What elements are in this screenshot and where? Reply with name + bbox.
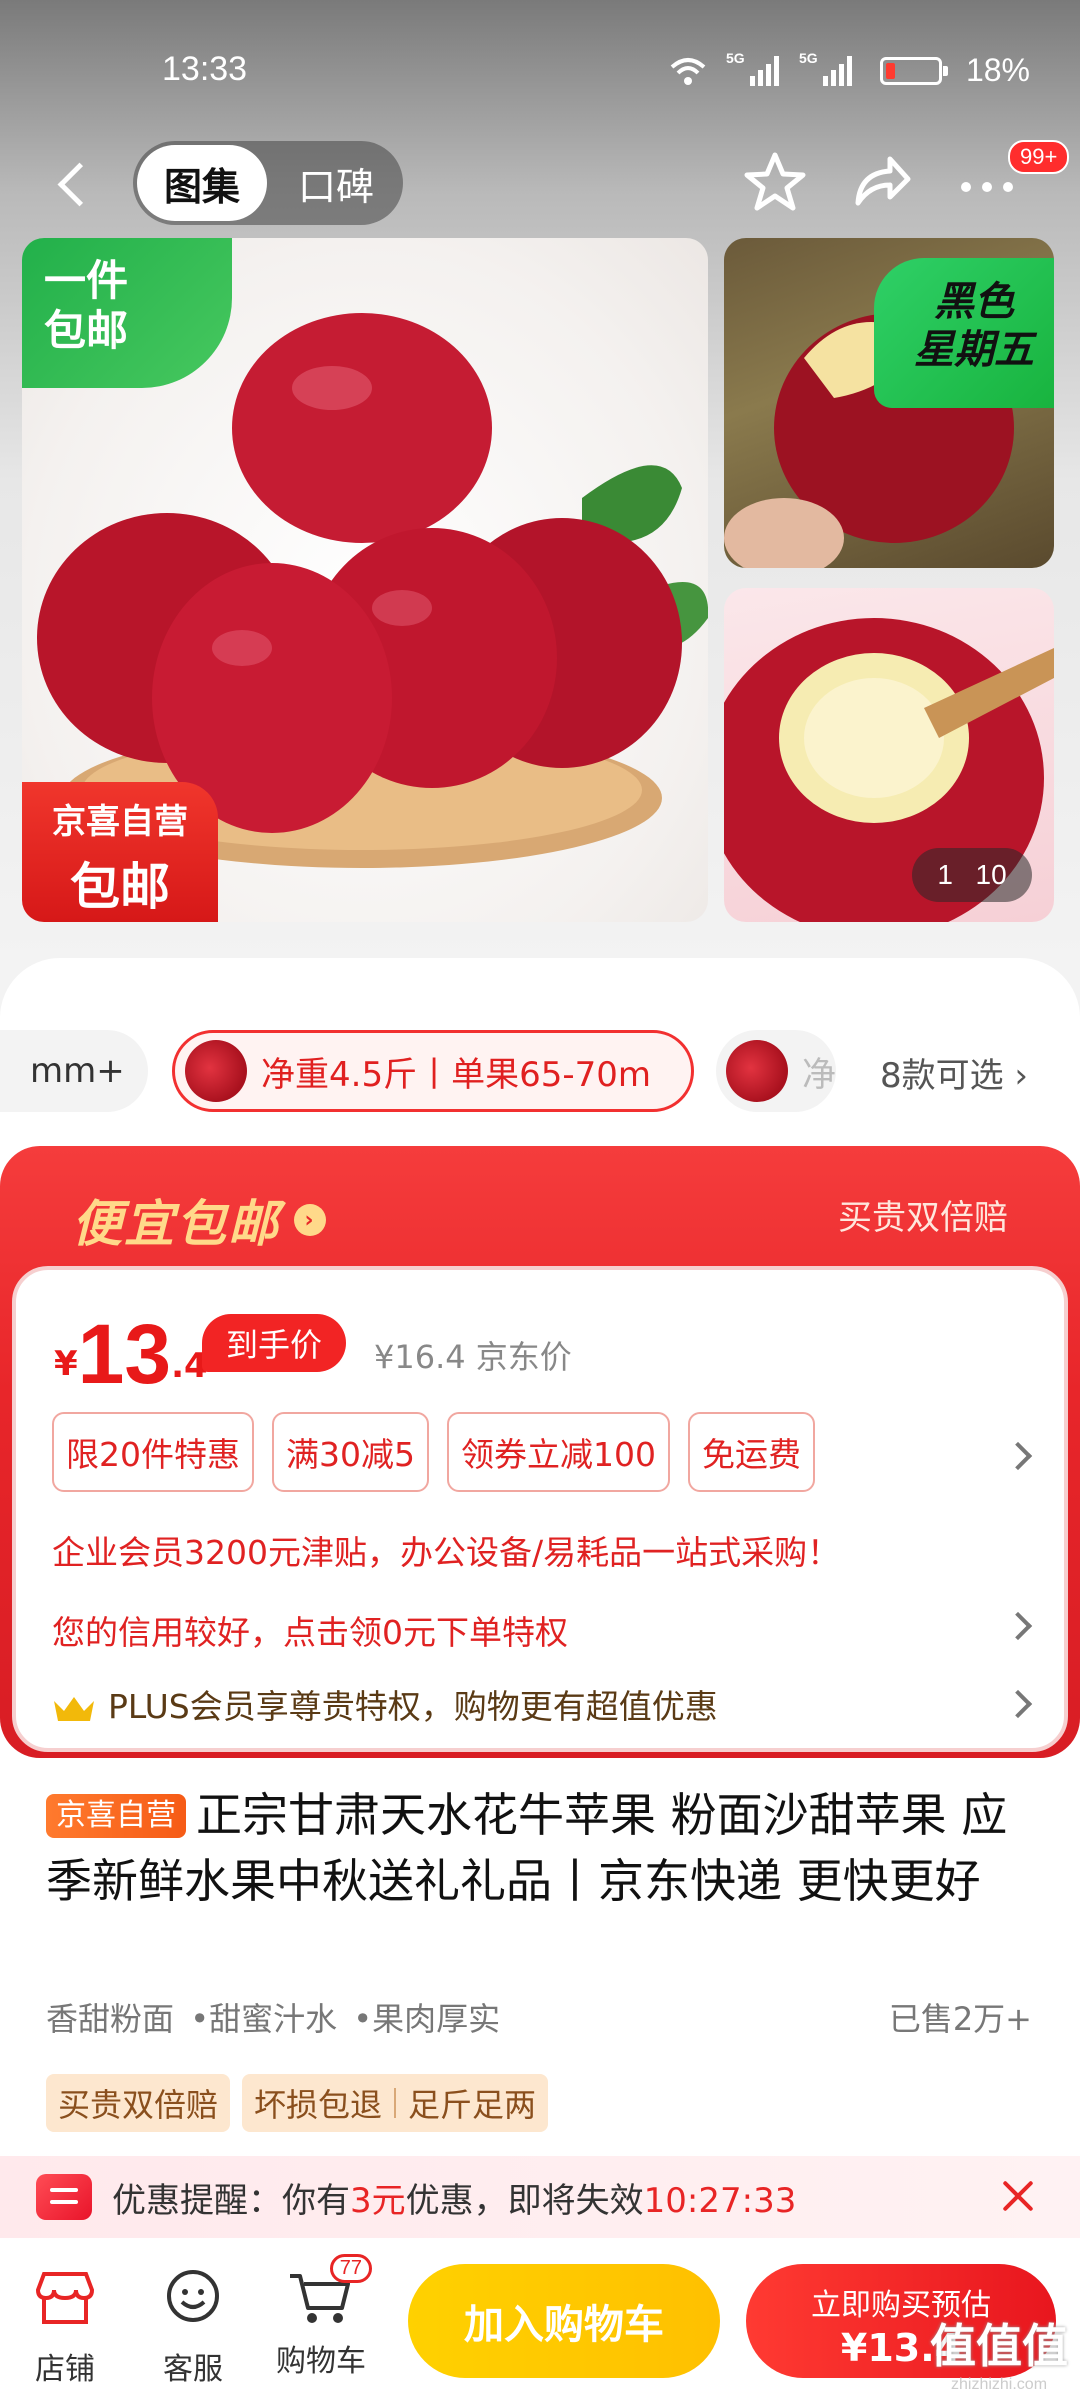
gallery-thumb-bitten-apple[interactable]: 黑色 星期五 xyxy=(724,238,1054,568)
back-button[interactable] xyxy=(50,155,106,211)
chevron-right-icon[interactable] xyxy=(1003,1441,1033,1471)
shop-button[interactable]: 店铺 xyxy=(10,2268,120,2388)
battery-percent: 18% xyxy=(965,52,1030,88)
final-price-tag: 到手价 xyxy=(202,1314,347,1372)
customer-service-icon xyxy=(167,2270,219,2322)
service-tag-group: 坏损包退 足斤足两 xyxy=(242,2074,549,2132)
free-shipping-one-tag: 一件 包邮 xyxy=(22,238,232,388)
shop-icon xyxy=(35,2272,95,2324)
coupon-chip[interactable]: 限20件特惠 xyxy=(52,1412,254,1492)
customer-service-button[interactable]: 客服 xyxy=(138,2268,248,2388)
coupon-icon xyxy=(36,2174,92,2220)
chevron-right-icon[interactable] xyxy=(1003,1689,1033,1719)
sold-count: 已售2万+ xyxy=(888,2000,1032,2038)
coupon-chip[interactable]: 满30减5 xyxy=(272,1412,429,1492)
hero-section: 13:33 5G 5G 18% 图集 口碑 99+ 一件 包邮 京喜自营 包邮 … xyxy=(0,0,1080,960)
product-title: 京喜自营 正宗甘肃天水花牛苹果 粉面沙甜苹果 应季新鲜水果中秋送礼礼品丨京东快递 … xyxy=(46,1788,1008,1908)
final-price: ¥ 13 .4 xyxy=(54,1307,208,1401)
favorite-star-icon[interactable] xyxy=(740,147,810,217)
status-bar: 13:33 5G 5G 18% xyxy=(0,0,1080,140)
price-guarantee-label[interactable]: 买贵双倍赔 xyxy=(838,1190,1008,1239)
cart-count-badge: 77 xyxy=(329,2254,372,2283)
tab-gallery[interactable]: 图集 xyxy=(137,145,267,221)
coupon-chip[interactable]: 免运费 xyxy=(688,1412,815,1492)
discount-reminder-bar[interactable]: 优惠提醒：你有3元优惠，即将失效10:27:33 xyxy=(0,2156,1080,2238)
wifi-icon xyxy=(670,57,706,85)
tab-reviews[interactable]: 口碑 xyxy=(273,145,399,221)
add-to-cart-button[interactable]: 加入购物车 xyxy=(408,2264,720,2378)
coupon-chips: 限20件特惠 满30减5 领券立减100 免运费 xyxy=(52,1412,815,1492)
view-segmented-control: 图集 口碑 xyxy=(133,141,403,225)
jd-self-free-shipping-tag: 京喜自营 包邮 xyxy=(22,782,218,922)
service-tag: 买贵双倍赔 xyxy=(46,2074,231,2132)
close-icon[interactable] xyxy=(996,2174,1040,2218)
variant-thumb xyxy=(726,1040,788,1102)
chevron-right-icon[interactable] xyxy=(1003,1611,1033,1641)
variant-option-next[interactable]: 净 xyxy=(716,1030,836,1112)
site-watermark: 值值值 zhizhizhi.com xyxy=(930,2319,1068,2393)
jd-price: ¥16.4 京东价 xyxy=(374,1338,572,1376)
variant-option-prev[interactable]: mm+ xyxy=(0,1030,148,1112)
coupon-chip[interactable]: 领券立减100 xyxy=(447,1412,670,1492)
more-variants-link[interactable]: 8款可选 › xyxy=(880,1048,1028,1097)
notification-badge: 99+ xyxy=(1008,140,1070,174)
signal-icon-1: 5G xyxy=(726,50,779,86)
gallery-counter: 1 10 xyxy=(912,848,1032,902)
promo-panel: 便宜包邮 › 买贵双倍赔 ¥ 13 .4 到手价 ¥16.4 京东价 限20件特惠… xyxy=(0,1146,1080,1758)
plus-member-line[interactable]: PLUS会员享尊贵特权，购物更有超值优惠 xyxy=(52,1680,718,1728)
variant-option-selected[interactable]: 净重4.5斤丨单果65-70m xyxy=(172,1030,694,1112)
bottom-action-bar: 店铺 客服 77 购物车 加入购物车 立即购买预估 ¥13.4 值值值 zhiz… xyxy=(0,2238,1080,2400)
service-tag: 坏损包退 xyxy=(254,2086,383,2124)
enterprise-offer-line[interactable]: 企业会员3200元津贴，办公设备/易耗品一站式采购！ xyxy=(52,1526,840,1574)
reminder-text: 优惠提醒：你有3元优惠，即将失效10:27:33 xyxy=(112,2180,797,2221)
chevron-right-icon: › xyxy=(294,1204,326,1236)
crown-icon xyxy=(52,1693,96,1725)
variant-selector: mm+ 净重4.5斤丨单果65-70m 净 8款可选 › xyxy=(0,1030,1080,1112)
service-tag: 足斤足两 xyxy=(408,2086,537,2124)
top-nav: 图集 口碑 xyxy=(0,135,1080,231)
battery-icon xyxy=(879,56,948,85)
variant-thumb xyxy=(185,1040,247,1102)
price-card: ¥ 13 .4 到手价 ¥16.4 京东价 限20件特惠 满30减5 领券立减1… xyxy=(12,1266,1068,1752)
main-product-image[interactable]: 一件 包邮 京喜自营 包邮 xyxy=(22,238,708,922)
status-time: 13:33 xyxy=(162,50,248,88)
gallery-thumb-apple-flesh[interactable]: 1 10 xyxy=(724,588,1054,922)
service-tags[interactable]: 买贵双倍赔 坏损包退 足斤足两 xyxy=(46,2074,549,2132)
cart-icon-wrap: 77 xyxy=(286,2254,372,2328)
product-features: 香甜粉面 •甜蜜汁水 •果肉厚实 xyxy=(46,2000,501,2038)
promo-title[interactable]: 便宜包邮 › xyxy=(72,1184,326,1256)
cart-button[interactable]: 77 购物车 xyxy=(266,2254,376,2380)
jd-self-operated-badge: 京喜自营 xyxy=(46,1794,186,1838)
credit-offer-line[interactable]: 您的信用较好，点击领0元下单特权 xyxy=(52,1606,568,1654)
status-icons: 5G 5G 18% xyxy=(668,50,1030,89)
signal-icon-2: 5G xyxy=(799,50,852,86)
share-icon[interactable] xyxy=(846,147,916,217)
black-friday-tag: 黑色 星期五 xyxy=(874,258,1054,408)
